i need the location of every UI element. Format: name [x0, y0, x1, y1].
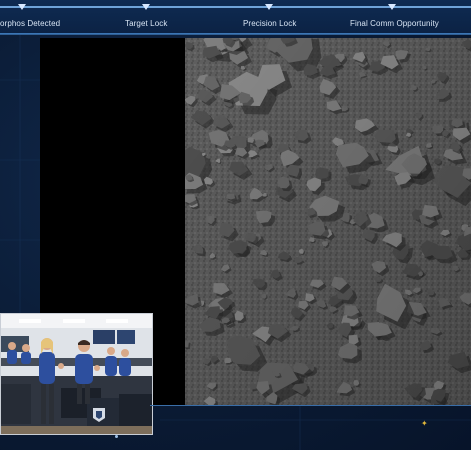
timeline-label-1: orphos Detected — [0, 19, 61, 28]
timeline-label-3: Precision Lock — [243, 19, 297, 28]
panel-bottom-border — [150, 405, 471, 406]
timeline-divider — [0, 33, 471, 34]
timeline-marker-3 — [265, 4, 273, 10]
timeline-marker-2 — [142, 4, 150, 10]
sparkle-icon: ✦ — [421, 419, 428, 428]
mission-control-video-inset — [0, 313, 153, 435]
mission-display: orphos Detected Target Lock Precision Lo… — [0, 0, 471, 450]
timeline-marker-1 — [18, 4, 26, 10]
timeline-marker-4 — [388, 4, 396, 10]
mission-timeline: orphos Detected Target Lock Precision Lo… — [0, 0, 471, 35]
asteroid-surface-image — [185, 38, 471, 405]
indicator-dot — [115, 435, 118, 438]
timeline-label-2: Target Lock — [125, 19, 168, 28]
timeline-label-4: Final Comm Opportunity — [350, 19, 439, 28]
timeline-track — [0, 6, 471, 8]
